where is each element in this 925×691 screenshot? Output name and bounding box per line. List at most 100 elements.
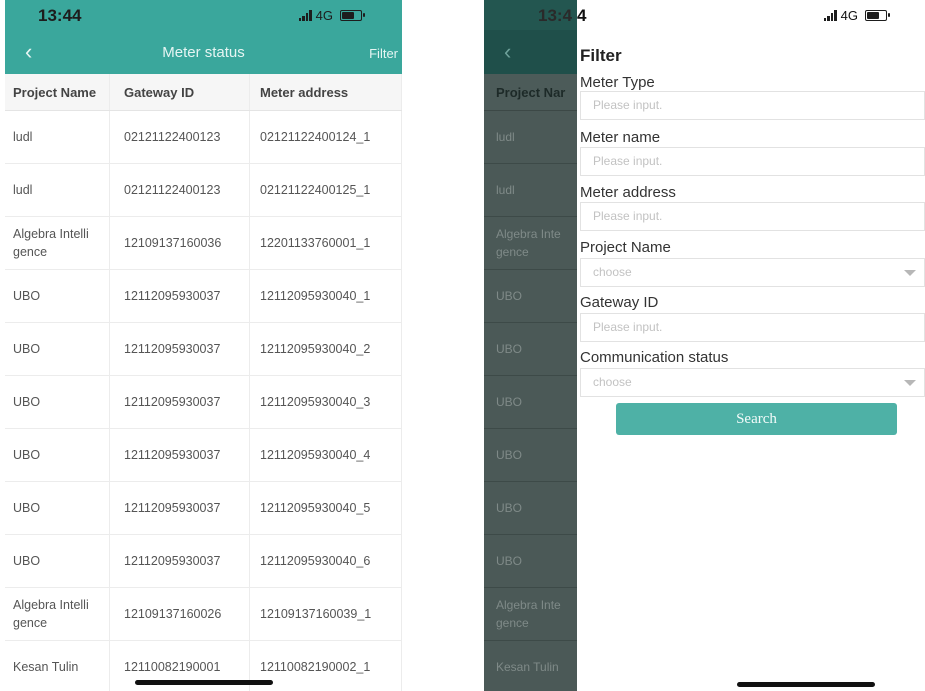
table-row[interactable]: UBO 12112095930037 12112095930040_5 <box>5 482 402 535</box>
drawer-status-indicators: 4G <box>823 8 890 23</box>
dim-table-row: UBO <box>484 482 577 535</box>
cell-project-name: Algebra Intelli gence <box>5 588 110 640</box>
dim-table-row: UBO <box>484 535 577 588</box>
cell-meter-address: 12112095930040_6 <box>250 535 402 587</box>
cell-gateway-id: 12109137160026 <box>110 588 250 640</box>
cell-gateway-id: 12112095930037 <box>110 376 250 428</box>
cell-meter-address: 02121122400125_1 <box>250 164 402 216</box>
cell-meter-address: 12112095930040_3 <box>250 376 402 428</box>
table-row[interactable]: ludl 02121122400123 02121122400125_1 <box>5 164 402 217</box>
dim-cell-project-name: ludl <box>496 130 515 144</box>
filter-input[interactable]: Please input. <box>580 147 925 176</box>
cell-meter-address: 12201133760001_1 <box>250 217 402 269</box>
table-row[interactable]: UBO 12112095930037 12112095930040_3 <box>5 376 402 429</box>
status-bar: 13:44 4G <box>5 0 402 30</box>
filter-title: Filter <box>580 46 622 65</box>
cell-meter-address: 12110082190002_1 <box>250 641 402 691</box>
table-row[interactable]: UBO 12112095930037 12112095930040_6 <box>5 535 402 588</box>
dim-cell-project-name: Algebra Inte gence <box>496 598 561 630</box>
cell-gateway-id: 12112095930037 <box>110 270 250 322</box>
cell-project-name: UBO <box>5 270 110 322</box>
signal-icon <box>823 10 837 21</box>
cell-project-name: UBO <box>5 323 110 375</box>
cell-gateway-id: 12112095930037 <box>110 323 250 375</box>
table-header: Project Name Gateway ID Meter address <box>5 74 402 111</box>
field-placeholder: choose <box>593 375 632 389</box>
status-indicators: 4G <box>298 8 365 23</box>
cell-meter-address: 12112095930040_4 <box>250 429 402 481</box>
status-time: 13:44 <box>38 6 82 25</box>
filter-select[interactable]: choose <box>580 258 925 287</box>
home-indicator <box>134 680 273 685</box>
cell-gateway-id: 12109137160036 <box>110 217 250 269</box>
table-row[interactable]: UBO 12112095930037 12112095930040_1 <box>5 270 402 323</box>
field-label: Project Name <box>580 239 671 256</box>
cell-project-name: Algebra Intelli gence <box>5 217 110 269</box>
column-header-gateway-id: Gateway ID <box>110 74 250 110</box>
dim-cell-project-name: UBO <box>496 289 523 303</box>
field-placeholder: Please input. <box>593 209 663 223</box>
table-row[interactable]: Algebra Intelli gence 12109137160036 12201… <box>5 217 402 270</box>
cell-project-name: UBO <box>5 376 110 428</box>
cell-gateway-id: 12112095930037 <box>110 535 250 587</box>
dim-cell-project-name: UBO <box>496 554 523 568</box>
cell-meter-address: 12112095930040_2 <box>250 323 402 375</box>
field-label: Meter address <box>580 184 676 201</box>
filter-input[interactable]: Please input. <box>580 313 925 342</box>
battery-icon <box>865 10 890 21</box>
network-label: 4G <box>840 8 858 23</box>
dim-table-body: ludl ludl Algebra Inte gence UBO UBO UBO UBO UB… <box>484 111 577 691</box>
dim-cell-project-name: UBO <box>496 448 523 462</box>
cell-gateway-id: 12112095930037 <box>110 429 250 481</box>
dim-cell-project-name: UBO <box>496 395 523 409</box>
cell-gateway-id: 02121122400123 <box>110 164 250 216</box>
dim-table-row: UBO <box>484 429 577 482</box>
home-indicator <box>737 682 875 687</box>
cell-gateway-id: 12112095930037 <box>110 482 250 534</box>
dim-cell-project-name: UBO <box>496 501 523 515</box>
cell-meter-address: 12109137160039_1 <box>250 588 402 640</box>
dim-table-row: Kesan Tulin <box>484 641 577 691</box>
page-title: Meter status <box>162 44 245 61</box>
field-label: Communication status <box>580 349 729 366</box>
dim-table-row: Algebra Inte gence <box>484 217 577 270</box>
field-placeholder: Please input. <box>593 320 663 334</box>
dim-status-bar: 13:4 <box>484 0 577 30</box>
dropdown-arrow-icon <box>904 270 916 276</box>
dim-cell-project-name: Algebra Inte gence <box>496 227 561 259</box>
dropdown-arrow-icon <box>904 380 916 386</box>
dim-status-time: 13:4 <box>538 6 573 25</box>
table-row[interactable]: UBO 12112095930037 12112095930040_4 <box>5 429 402 482</box>
field-label: Gateway ID <box>580 294 659 311</box>
table-row[interactable]: UBO 12112095930037 12112095930040_2 <box>5 323 402 376</box>
filter-select[interactable]: choose <box>580 368 925 397</box>
table-row[interactable]: Algebra Intelli gence 12109137160026 12109… <box>5 588 402 641</box>
field-placeholder: Please input. <box>593 98 663 112</box>
drawer-status-time: 4 <box>577 6 587 25</box>
filter-input[interactable]: Please input. <box>580 202 925 231</box>
battery-icon <box>340 10 365 21</box>
nav-bar: ‹ Meter status Filter <box>5 30 402 74</box>
cell-project-name: ludl <box>5 164 110 216</box>
dim-table-row: Algebra Inte gence <box>484 588 577 641</box>
filter-input[interactable]: Please input. <box>580 91 925 120</box>
field-placeholder: choose <box>593 265 632 279</box>
dim-table-row: UBO <box>484 376 577 429</box>
filter-screen: 13:4 ‹ Project Nar ludl ludl Algebra Inte … <box>484 0 925 691</box>
cell-project-name: UBO <box>5 482 110 534</box>
dim-table-row: UBO <box>484 323 577 376</box>
dim-nav-bar: ‹ <box>484 30 577 74</box>
field-placeholder: Please input. <box>593 154 663 168</box>
filter-button[interactable]: Filter <box>369 46 398 61</box>
cell-gateway-id: 02121122400123 <box>110 111 250 163</box>
cell-meter-address: 02121122400124_1 <box>250 111 402 163</box>
network-label: 4G <box>315 8 333 23</box>
filter-drawer: 4 4G Filter Meter Type Please input. Meter… <box>577 0 925 691</box>
dim-table-row: ludl <box>484 164 577 217</box>
dim-cell-project-name: UBO <box>496 342 523 356</box>
search-button[interactable]: Search <box>616 403 897 435</box>
signal-icon <box>298 10 312 21</box>
dimmed-background[interactable]: 13:4 ‹ Project Nar ludl ludl Algebra Inte … <box>484 0 577 691</box>
dim-chevron-left-icon: ‹ <box>504 39 512 64</box>
table-row[interactable]: ludl 02121122400123 02121122400124_1 <box>5 111 402 164</box>
